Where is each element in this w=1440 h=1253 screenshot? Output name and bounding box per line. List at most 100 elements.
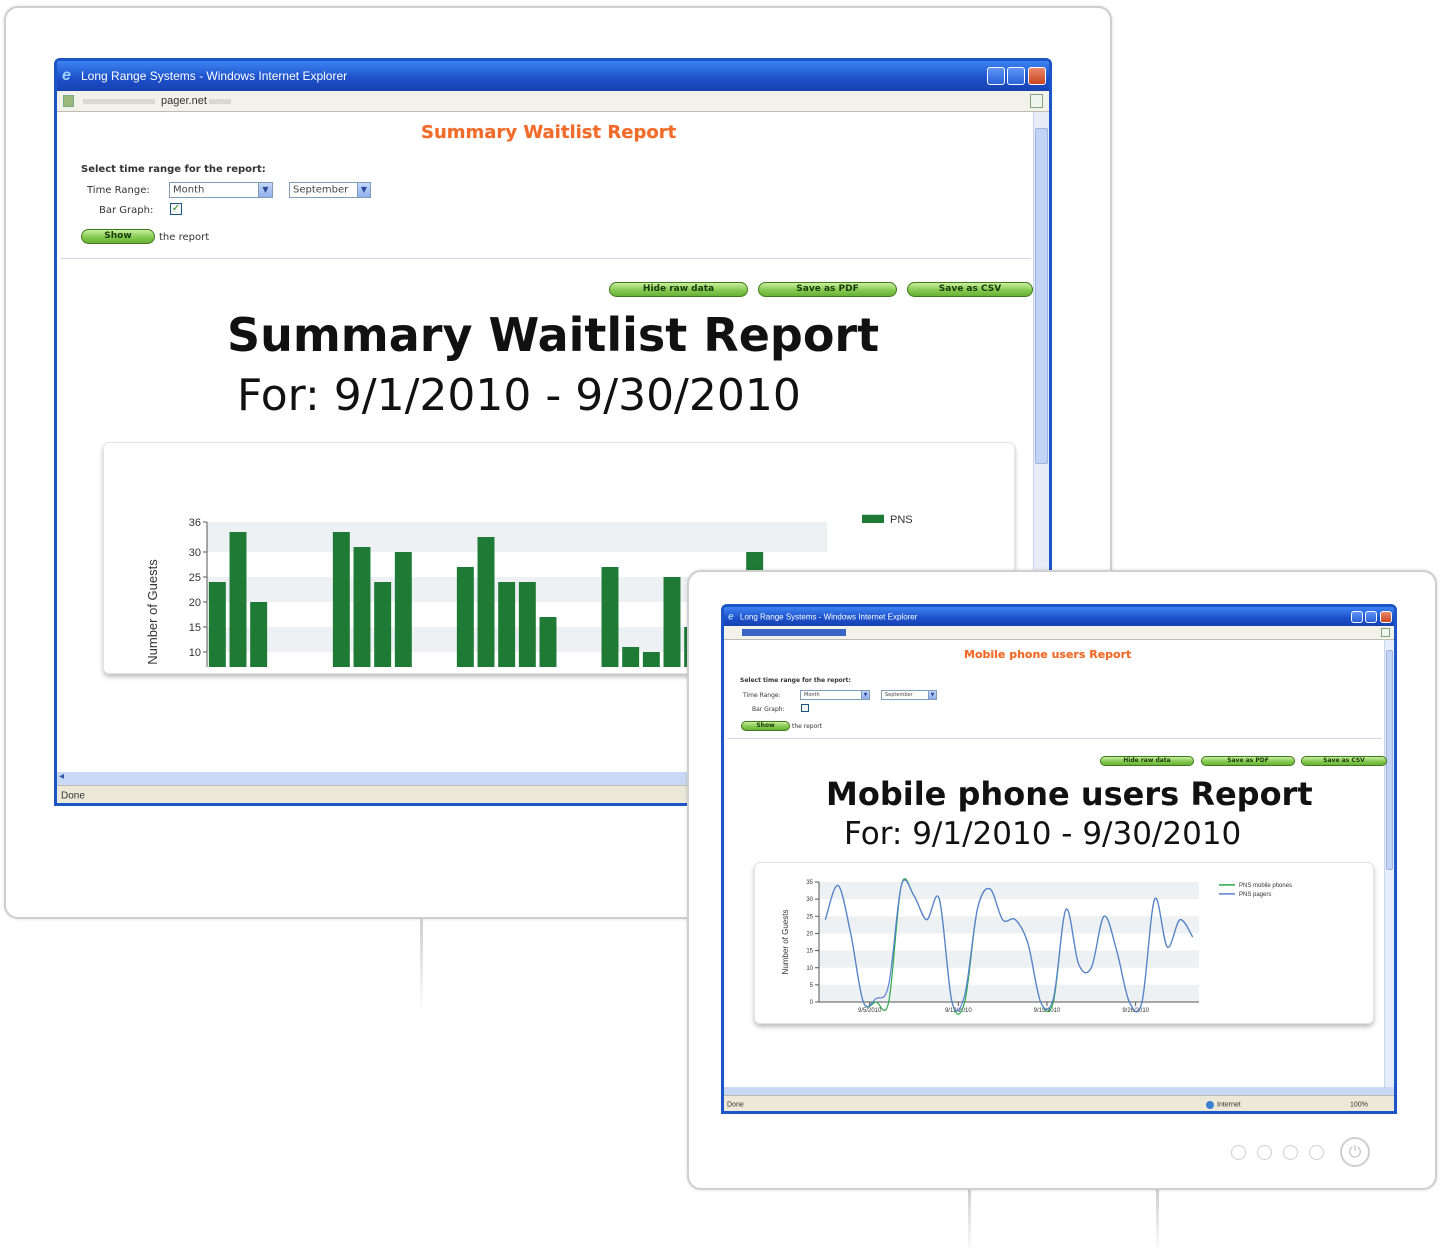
bar-graph-label: Bar Graph:: [99, 205, 154, 216]
bar: [539, 617, 557, 667]
page-title: Summary Waitlist Report: [421, 122, 677, 143]
monitor-stand: [1156, 1190, 1159, 1253]
y-tick-label: 30: [189, 547, 201, 559]
y-tick-label: 15: [189, 622, 201, 634]
scroll-thumb[interactable]: [1386, 650, 1393, 870]
chevron-down-icon: ▼: [928, 691, 936, 699]
time-range-label: Time Range:: [743, 692, 781, 699]
bar-graph-label: Bar Graph:: [752, 706, 785, 713]
save-pdf-button[interactable]: Save as PDF: [758, 282, 897, 297]
power-icon[interactable]: ⏻: [1340, 1137, 1370, 1167]
url-blur-2: [209, 99, 231, 104]
maximize-button[interactable]: [1007, 67, 1025, 85]
bar: [518, 582, 536, 667]
status-bar: Done Internet 100%: [724, 1095, 1394, 1111]
window-title: Long Range Systems - Windows Internet Ex…: [740, 612, 918, 621]
y-tick-label: 5: [810, 983, 814, 989]
bar-graph-checkbox[interactable]: [801, 704, 809, 712]
y-tick-label: 35: [806, 880, 813, 886]
title-bar: e Long Range Systems - Windows Internet …: [724, 607, 1394, 626]
legend-swatch: [862, 514, 884, 523]
close-button[interactable]: [1028, 67, 1046, 85]
maximize-button[interactable]: [1365, 610, 1377, 623]
indicator-light: [1309, 1145, 1324, 1160]
ie-logo-icon: e: [728, 611, 734, 622]
horizontal-scrollbar[interactable]: [724, 1087, 1394, 1095]
hide-raw-data-button[interactable]: Hide raw data: [1100, 756, 1194, 766]
bar: [601, 567, 619, 667]
vertical-scrollbar[interactable]: [1384, 640, 1394, 1087]
month-select[interactable]: September ▼: [289, 182, 371, 198]
bar: [477, 537, 495, 667]
legend-label: PNS: [890, 514, 913, 526]
address-bar[interactable]: pager.net: [57, 91, 1049, 112]
bar-graph-checkbox[interactable]: ✓: [170, 203, 182, 215]
chevron-down-icon: ▼: [357, 183, 370, 197]
show-suffix: the report: [792, 723, 823, 730]
globe-icon: [1206, 1101, 1214, 1109]
month-select[interactable]: September ▼: [881, 690, 937, 700]
bar: [663, 577, 681, 667]
y-axis-label: Number of Guests: [781, 910, 790, 975]
indicator-light: [1231, 1145, 1246, 1160]
bar: [250, 602, 268, 667]
scroll-left-icon[interactable]: ◂: [59, 771, 64, 782]
y-tick-label: 10: [189, 647, 201, 659]
grid-band: [819, 916, 1199, 934]
bar: [456, 567, 474, 667]
chevron-down-icon: ▼: [258, 183, 272, 197]
indicator-light: [1283, 1145, 1298, 1160]
zoom-level[interactable]: 100%: [1350, 1101, 1368, 1108]
hide-raw-data-button[interactable]: Hide raw data: [609, 282, 748, 297]
grid-band: [819, 950, 1199, 968]
close-button[interactable]: [1380, 610, 1392, 623]
bar: [374, 582, 392, 667]
minimize-button[interactable]: [987, 67, 1005, 85]
report-subtitle: For: 9/1/2010 - 9/30/2010: [237, 370, 801, 421]
chevron-down-icon: ▼: [861, 691, 869, 699]
minimize-button[interactable]: [1351, 610, 1363, 623]
grid-band: [819, 882, 1199, 900]
ie-logo-icon: e: [62, 67, 71, 84]
address-bar[interactable]: [724, 626, 1394, 640]
title-bar: e Long Range Systems - Windows Internet …: [57, 61, 1049, 91]
address-text: pager.net: [161, 95, 207, 107]
y-tick-label: 30: [806, 897, 813, 903]
url-blur: [83, 99, 155, 104]
x-tick-label: 9/26/2010: [1122, 1008, 1149, 1014]
save-csv-button[interactable]: Save as CSV: [1301, 756, 1387, 766]
x-tick-label: 9/5/2010: [858, 1008, 882, 1014]
bar: [332, 532, 350, 667]
divider: [727, 738, 1382, 739]
page-content: Mobile phone users Report Select time ra…: [724, 640, 1394, 1087]
compat-icon[interactable]: [1381, 628, 1390, 637]
y-tick-label: 20: [806, 932, 813, 938]
time-range-prompt: Select time range for the report:: [740, 677, 851, 684]
show-suffix: the report: [159, 232, 210, 243]
y-tick-label: 0: [810, 1000, 814, 1006]
legend-label: PNS pagers: [1239, 892, 1271, 898]
indicator-light: [1257, 1145, 1272, 1160]
time-range-select[interactable]: Month ▼: [800, 690, 870, 700]
y-tick-label: 25: [806, 914, 813, 920]
status-text: Done: [61, 790, 85, 801]
report-title: Mobile phone users Report: [826, 775, 1313, 813]
save-csv-button[interactable]: Save as CSV: [907, 282, 1033, 297]
time-range-select[interactable]: Month ▼: [169, 182, 273, 198]
selected-url: [742, 629, 846, 636]
page-title: Mobile phone users Report: [964, 648, 1132, 661]
show-button[interactable]: Show: [741, 721, 790, 731]
y-tick-label: 20: [189, 597, 201, 609]
time-range-prompt: Select time range for the report:: [81, 164, 266, 175]
y-axis-label: Number of Guests: [145, 559, 160, 665]
y-tick-label: 36: [189, 517, 201, 529]
monitor-stand: [968, 1190, 971, 1253]
save-pdf-button[interactable]: Save as PDF: [1201, 756, 1295, 766]
scroll-thumb[interactable]: [1035, 128, 1048, 464]
status-zone: Internet: [1217, 1101, 1241, 1108]
compat-icon[interactable]: [1030, 94, 1043, 108]
line-chart: 051015202530359/5/2010 9/12/2010 9/19/2010…: [781, 878, 1292, 1015]
report-title: Summary Waitlist Report: [227, 308, 880, 362]
show-button[interactable]: Show: [81, 229, 155, 244]
status-text: Done: [727, 1101, 744, 1108]
